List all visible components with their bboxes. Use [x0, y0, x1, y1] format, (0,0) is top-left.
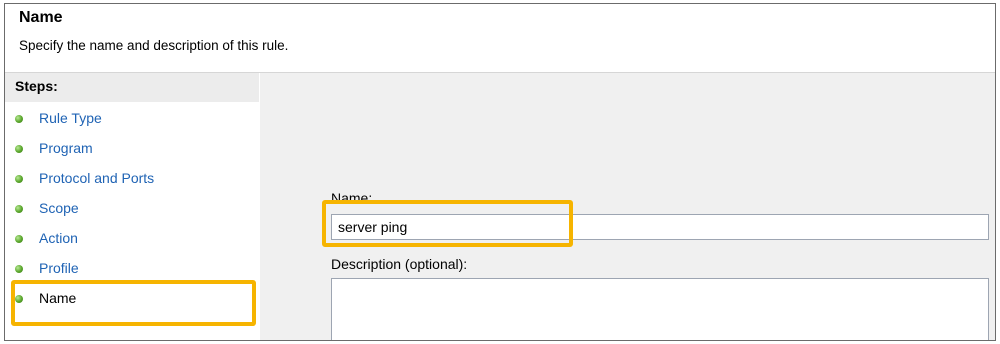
- wizard-header: Name Specify the name and description of…: [5, 4, 995, 73]
- step-label: Scope: [39, 200, 79, 216]
- step-program[interactable]: Program: [5, 135, 259, 163]
- name-field-label: Name:: [331, 190, 373, 206]
- page-description: Specify the name and description of this…: [19, 38, 289, 53]
- step-label: Rule Type: [39, 110, 102, 126]
- step-bullet-icon: [15, 295, 23, 303]
- step-bullet-icon: [15, 175, 23, 183]
- wizard-window: Name Specify the name and description of…: [4, 3, 996, 341]
- steps-panel: Steps: Rule Type Program Protocol and Po…: [5, 73, 259, 340]
- step-scope[interactable]: Scope: [5, 195, 259, 223]
- step-bullet-icon: [15, 115, 23, 123]
- step-label: Profile: [39, 260, 79, 276]
- description-textarea[interactable]: [331, 278, 989, 340]
- step-bullet-icon: [15, 205, 23, 213]
- step-protocol-and-ports[interactable]: Protocol and Ports: [5, 165, 259, 193]
- steps-header: Steps:: [5, 73, 259, 102]
- step-bullet-icon: [15, 145, 23, 153]
- page-title: Name: [19, 9, 63, 26]
- description-field-label: Description (optional):: [331, 256, 468, 272]
- step-action[interactable]: Action: [5, 225, 259, 253]
- step-rule-type[interactable]: Rule Type: [5, 105, 259, 133]
- step-profile[interactable]: Profile: [5, 255, 259, 283]
- step-label: Program: [39, 140, 93, 156]
- step-bullet-icon: [15, 235, 23, 243]
- step-name[interactable]: Name: [5, 285, 259, 313]
- step-label: Action: [39, 230, 78, 246]
- steps-label: Steps:: [15, 78, 58, 94]
- name-input[interactable]: [331, 214, 989, 240]
- step-bullet-icon: [15, 265, 23, 273]
- content-panel: Name: Description (optional):: [260, 73, 995, 340]
- step-label: Name: [39, 290, 77, 306]
- step-label: Protocol and Ports: [39, 170, 155, 186]
